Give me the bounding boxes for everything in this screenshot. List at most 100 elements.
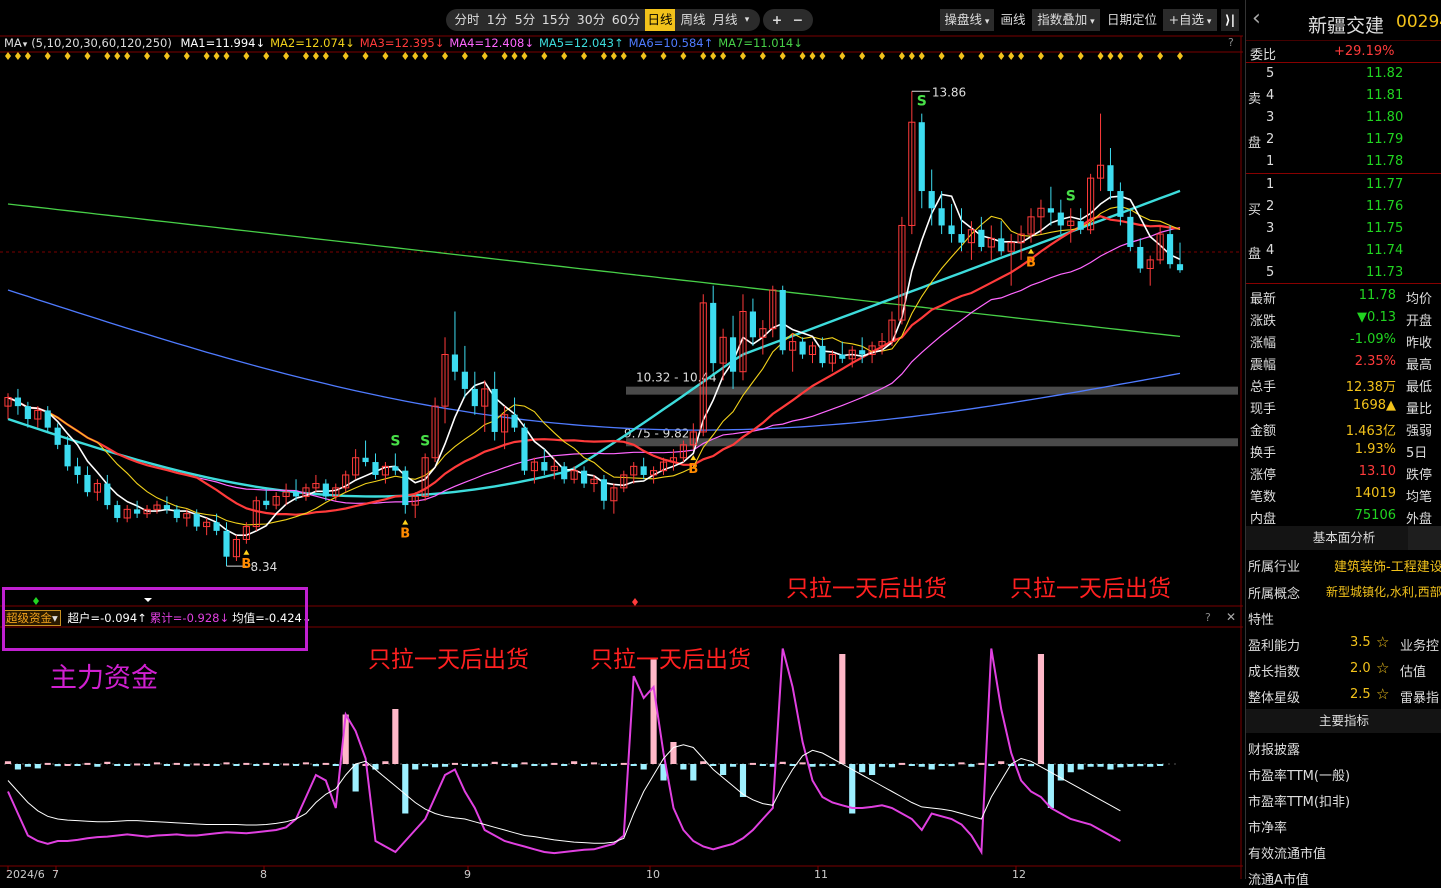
metric-row-1[interactable]: 财报披露 — [1246, 736, 1441, 758]
monthly-dropdown-icon[interactable]: ▾ — [740, 9, 754, 31]
date-locate-button[interactable]: 日期定位 — [1104, 9, 1160, 31]
industry-value[interactable]: 建筑装饰-工程建设 — [1334, 556, 1441, 575]
sell-row-3[interactable]: 3 11.80 — [1246, 107, 1441, 129]
candle-body — [44, 410, 51, 428]
period-tab-fenshi[interactable]: 分时 — [452, 9, 482, 31]
period-tab-monthly[interactable]: 月线 — [711, 9, 739, 31]
fund-bar — [44, 762, 51, 765]
sell-price: 11.81 — [1366, 88, 1404, 103]
signal-dot — [759, 52, 766, 60]
main-metrics-tab[interactable]: 主要指标 — [1246, 709, 1441, 733]
draw-line-button[interactable]: 画线 — [997, 9, 1029, 31]
signal-dot — [521, 52, 528, 60]
sell-row-2[interactable]: 盘 2 11.79 — [1246, 129, 1441, 151]
fund-bar — [720, 764, 727, 775]
stat-label: 现手 — [1250, 402, 1277, 417]
sub-close-icon[interactable]: ✕ — [1226, 610, 1236, 624]
sub-help-icon[interactable]: ? — [1205, 611, 1211, 624]
collapse-panel-icon[interactable]: ⟩| — [1221, 9, 1239, 31]
fund-bar — [243, 762, 250, 765]
stat-label: 涨停 — [1250, 468, 1277, 483]
sell-level: 2 — [1266, 132, 1275, 147]
period-tab-60min[interactable]: 60分 — [610, 9, 642, 31]
fund-bar — [253, 764, 260, 766]
ma5-line — [7, 189, 1181, 498]
index-overlay-button[interactable]: 指数叠加 ▾ — [1032, 9, 1100, 31]
buy-row-4[interactable]: 盘 4 11.74 — [1246, 240, 1441, 262]
buy-level: 4 — [1266, 243, 1275, 258]
zoom-out-button[interactable]: − — [789, 9, 807, 31]
period-tab-5min[interactable]: 5分 — [512, 9, 538, 31]
buy-signal-label: B — [400, 527, 410, 542]
stat-right-label: 均笔 — [1406, 490, 1433, 505]
signal-dot — [243, 52, 250, 60]
fund-bar — [124, 764, 131, 766]
period-tab-daily[interactable]: 日线 — [645, 9, 675, 31]
ma-legend-prefix: MA — [4, 36, 22, 50]
metric-row-4[interactable]: 市净率 — [1246, 814, 1441, 836]
fund-bar — [233, 764, 240, 766]
candle-body — [819, 345, 826, 364]
x-tick-label: 12 — [1012, 868, 1026, 879]
metric-row-2[interactable]: 市盈率TTM(一般) — [1246, 762, 1441, 784]
stat-right-label: 外盘 — [1406, 512, 1433, 527]
buy-group-label-2: 盘 — [1248, 247, 1262, 262]
main-help-icon[interactable]: ? — [1228, 36, 1234, 49]
signal-dot — [660, 52, 667, 60]
add-watchlist-button[interactable]: +自选 ▾ — [1163, 9, 1217, 31]
signal-dot — [312, 52, 319, 60]
sell-price: 11.80 — [1366, 110, 1404, 125]
candle-body — [978, 229, 985, 247]
fund-bar — [859, 764, 866, 773]
fund-bar — [630, 764, 637, 766]
signal-dot — [422, 52, 429, 60]
star-icon: ☆ — [1376, 633, 1390, 651]
sell-row-1[interactable]: 1 11.78 — [1246, 151, 1441, 173]
fund-bar — [332, 764, 339, 766]
candle-body — [392, 466, 399, 471]
rating-row-2: 成长指数 2.0 ☆ 估值 — [1246, 658, 1441, 680]
kline-chart[interactable]: 10.32 - 10.449.75 - 9.8213.868.34BBBBS SS… — [0, 0, 1243, 879]
fund-bar — [263, 762, 270, 765]
period-tab-15min[interactable]: 15分 — [540, 9, 572, 31]
buy-level: 2 — [1266, 199, 1275, 214]
signal-dot — [700, 52, 707, 60]
ma3-line — [7, 215, 1181, 516]
signal-dot — [720, 52, 727, 60]
buy-price: 11.77 — [1366, 177, 1404, 192]
buy-row-2[interactable]: 买 2 11.76 — [1246, 196, 1441, 218]
period-tab-weekly[interactable]: 周线 — [678, 9, 708, 31]
fund-bar — [14, 764, 22, 770]
candle-body — [958, 234, 965, 243]
back-icon[interactable]: ‹ — [1252, 6, 1261, 31]
buy-row-5[interactable]: 5 11.73 — [1246, 262, 1441, 284]
fund-bar — [729, 764, 737, 767]
sell-row-4[interactable]: 卖 4 11.81 — [1246, 85, 1441, 107]
ma-legend-dropdown-icon[interactable]: ▾ — [23, 40, 30, 50]
rating-row-1: 盈利能力 3.5 ☆ 业务控 — [1246, 632, 1441, 654]
caopanxian-button[interactable]: 操盘线 ▾ — [940, 9, 994, 31]
period-tab-1min[interactable]: 1分 — [484, 9, 510, 31]
fund-bar — [749, 762, 756, 765]
metric-row-3[interactable]: 市盈率TTM(扣非) — [1246, 788, 1441, 810]
zoom-in-button[interactable]: + — [768, 9, 786, 31]
metric-row-6[interactable]: 流通A市值 — [1246, 866, 1441, 888]
buy-row-1[interactable]: 1 11.77 — [1246, 174, 1441, 196]
stat-row-7: 金额 1.463亿 强弱 — [1246, 417, 1441, 439]
signal-dot — [620, 52, 627, 60]
fundamental-tab-2[interactable] — [1408, 526, 1441, 550]
buy-row-3[interactable]: 3 11.75 — [1246, 218, 1441, 240]
candle-body — [74, 466, 81, 475]
signal-dot — [511, 52, 518, 60]
signal-dot — [898, 52, 905, 60]
buy-arrow-icon — [243, 549, 250, 555]
period-tab-30min[interactable]: 30分 — [575, 9, 607, 31]
sell-row-5[interactable]: 5 11.82 — [1246, 63, 1441, 85]
candle-body — [1137, 246, 1144, 269]
concept-value[interactable]: 新型城镇化,水利,西部 — [1326, 583, 1441, 600]
fund-bar — [571, 761, 578, 764]
signal-dot — [183, 52, 190, 60]
star-icon: ☆ — [1376, 685, 1390, 703]
metric-row-5[interactable]: 有效流通市值 — [1246, 840, 1441, 862]
fund-bar — [998, 761, 1005, 764]
